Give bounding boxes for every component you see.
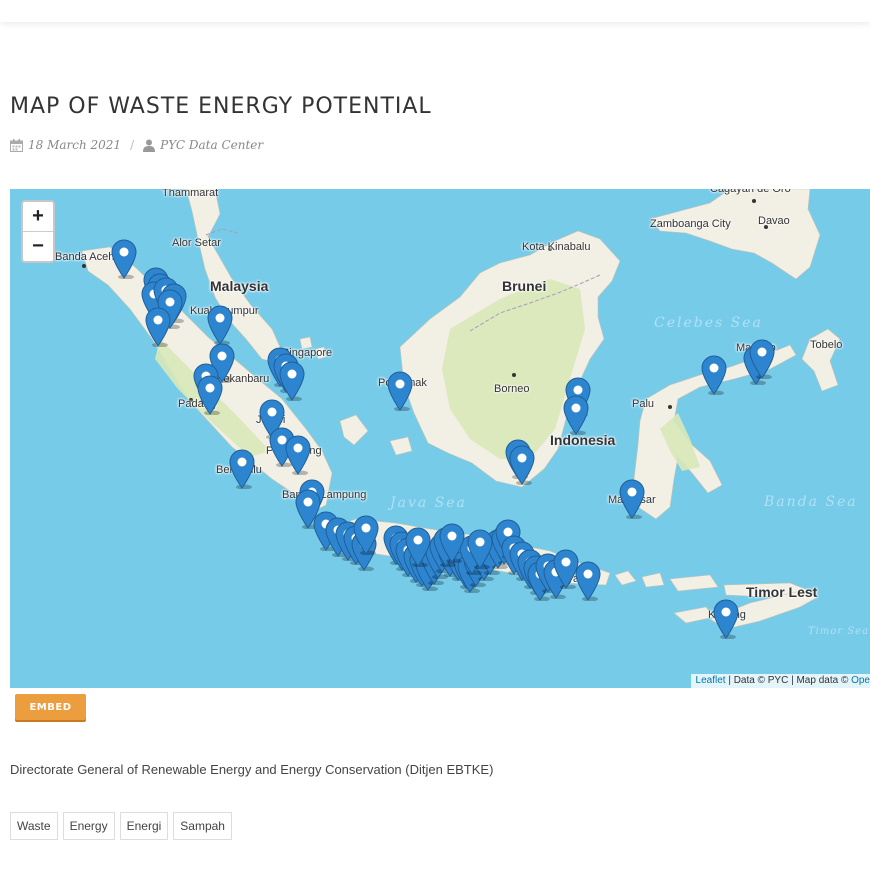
map-marker-icon[interactable] — [467, 529, 493, 570]
map-marker-icon[interactable] — [387, 371, 413, 412]
map-label-tobelo: Tobelo — [810, 339, 843, 351]
page-title: MAP OF WASTE ENERGY POTENTIAL — [10, 94, 432, 119]
map-marker-icon[interactable] — [749, 339, 775, 380]
map-marker-icon[interactable] — [285, 435, 311, 476]
post-meta: 18 March 2021 / PYC Data Center — [10, 138, 263, 152]
map-label-thammarat: Thammarat — [162, 189, 219, 199]
zoom-in-button[interactable]: + — [23, 202, 53, 231]
map-marker-icon[interactable] — [197, 375, 223, 416]
zoom-out-button[interactable]: − — [23, 231, 53, 261]
map-label-cagayan-de-oro: Cagayan de Oro — [710, 189, 791, 195]
tag-energi[interactable]: Energi — [119, 812, 169, 840]
land-belitung — [389, 436, 413, 456]
attribution-text: | Data © PYC | Map data © — [725, 675, 852, 686]
map-label-celebes-sea: Celebes Sea — [654, 315, 763, 331]
map-marker-icon[interactable] — [279, 361, 305, 402]
map-marker-icon[interactable] — [145, 307, 171, 348]
post-date: 18 March 2021 — [28, 138, 122, 152]
zoom-control: + − — [21, 200, 55, 263]
map-marker-icon[interactable] — [509, 445, 535, 486]
city-dot — [512, 373, 516, 377]
post-author[interactable]: PYC Data Center — [160, 138, 263, 152]
land-bangka — [339, 414, 369, 446]
map-marker-icon[interactable] — [229, 449, 255, 490]
map-label-davao: Davao — [758, 215, 790, 227]
city-dot — [668, 405, 672, 409]
map-label-banda-aceh: Banda Aceh — [55, 251, 115, 263]
post-description: Directorate General of Renewable Energy … — [10, 762, 494, 777]
map-label-java-sea: Java Sea — [390, 495, 467, 511]
map-marker-icon[interactable] — [207, 305, 233, 346]
embed-button[interactable]: EMBED — [15, 694, 86, 720]
map-label-alor-setar: Alor Setar — [172, 237, 221, 249]
tag-sampah[interactable]: Sampah — [173, 812, 232, 840]
map-label-timor-sea: Timor Sea — [808, 626, 870, 637]
map-marker-icon[interactable] — [713, 599, 739, 640]
map-marker-icon[interactable] — [701, 355, 727, 396]
osm-link[interactable]: Ope — [851, 675, 870, 686]
waste-energy-map[interactable]: Thammarat Banda Aceh Alor Setar Malaysia Kua… — [10, 189, 870, 688]
user-icon — [143, 139, 156, 152]
city-dot — [752, 199, 756, 203]
map-marker-icon[interactable] — [353, 515, 379, 556]
tag-list: Waste Energy Energi Sampah — [10, 812, 232, 840]
map-marker-icon[interactable] — [439, 523, 465, 564]
map-label-kota-kinabalu: Kota Kinabalu — [522, 241, 591, 253]
map-label-zamboanga-city: Zamboanga City — [650, 218, 731, 230]
map-marker-icon[interactable] — [563, 395, 589, 436]
map-label-timor-lest: Timor Lest — [746, 584, 818, 600]
map-marker-icon[interactable] — [111, 239, 137, 280]
map-label-borneo: Borneo — [494, 383, 530, 395]
leaflet-link[interactable]: Leaflet — [696, 675, 726, 686]
map-label-palu: Palu — [632, 398, 655, 410]
city-dot — [82, 264, 86, 268]
map-label-brunei: Brunei — [502, 278, 547, 294]
map-label-malaysia: Malaysia — [210, 278, 269, 294]
land-mindanao — [649, 189, 821, 280]
tag-energy[interactable]: Energy — [62, 812, 115, 840]
calendar-icon — [10, 138, 23, 152]
map-marker-icon[interactable] — [619, 479, 645, 520]
map-marker-icon[interactable] — [405, 527, 431, 568]
top-nav-bar — [0, 0, 870, 22]
tag-waste[interactable]: Waste — [10, 812, 58, 840]
map-marker-icon[interactable] — [575, 561, 601, 602]
meta-separator: / — [130, 138, 135, 152]
map-attribution: Leaflet | Data © PYC | Map data © Ope — [690, 674, 870, 688]
map-label-banda-sea: Banda Sea — [764, 494, 858, 510]
